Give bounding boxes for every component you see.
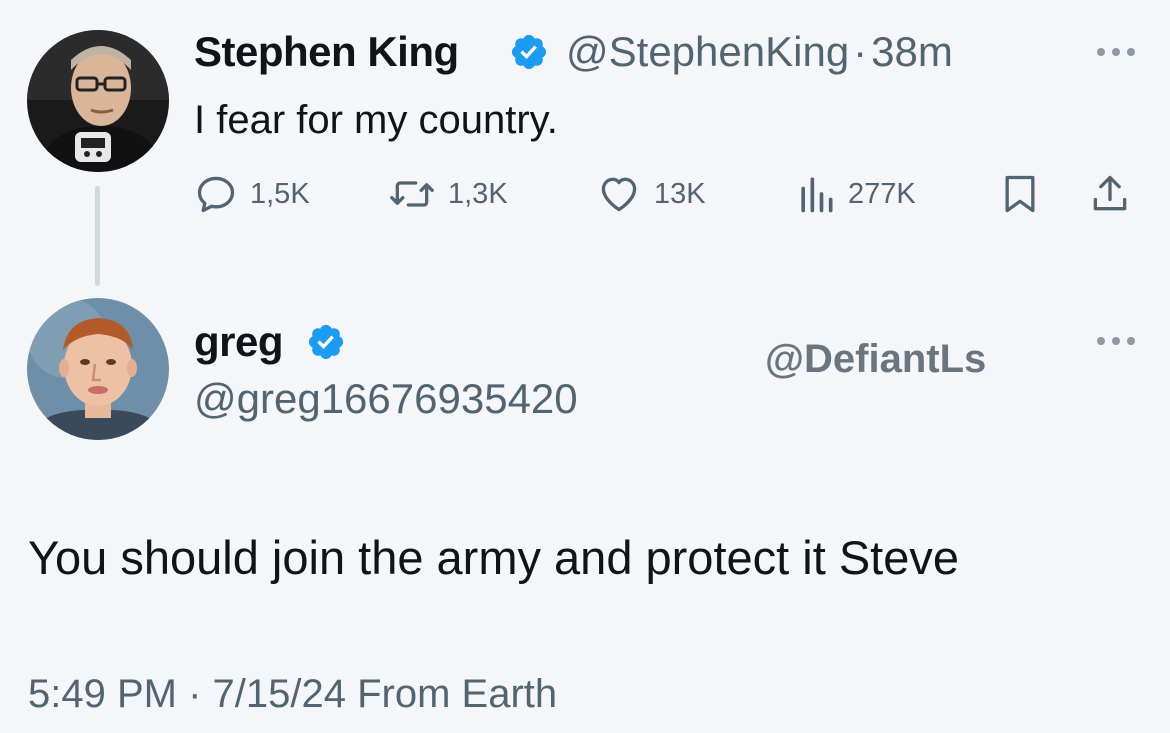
verified-badge-icon <box>511 34 547 70</box>
tweet-text: I fear for my country. <box>194 98 558 142</box>
share-button[interactable] <box>1088 171 1132 217</box>
bookmark-button[interactable] <box>998 171 1042 217</box>
reply-timestamp[interactable]: 5:49 PM · 7/15/24 From Earth <box>28 672 557 717</box>
views-count: 277K <box>848 177 916 210</box>
retweet-icon <box>390 181 434 207</box>
reply-button[interactable]: 1,5K <box>194 171 310 217</box>
author-name[interactable]: Stephen King <box>194 28 459 76</box>
author-handle[interactable]: @StephenKing·38m <box>566 28 953 76</box>
share-icon <box>1093 175 1127 211</box>
bookmark-icon <box>1005 175 1035 213</box>
watermark: @DefiantLs <box>765 337 987 381</box>
views-button[interactable]: 277K <box>796 171 916 217</box>
retweet-button[interactable]: 1,3K <box>388 171 508 217</box>
stephen-king-avatar[interactable] <box>27 30 169 172</box>
reply-icon <box>197 176 235 213</box>
like-icon <box>601 177 637 212</box>
verified-badge-icon <box>308 324 344 360</box>
views-icon <box>801 177 833 213</box>
reply-author-name[interactable]: greg <box>194 318 284 366</box>
separator-dot: · <box>853 28 868 75</box>
reply-count: 1,5K <box>250 177 310 210</box>
greg-avatar[interactable] <box>27 298 169 440</box>
reply-author-handle[interactable]: @greg16676935420 <box>194 375 578 423</box>
like-count: 13K <box>654 177 706 210</box>
like-button[interactable]: 13K <box>596 171 706 217</box>
handle-text: @StephenKing <box>566 28 850 75</box>
more-options-icon[interactable] <box>1094 45 1138 59</box>
retweet-count: 1,3K <box>448 177 508 210</box>
more-options-icon[interactable] <box>1094 334 1138 348</box>
time-ago: 38m <box>871 28 953 75</box>
thread-connector-line <box>95 186 100 286</box>
reply-text: You should join the army and protect it … <box>28 531 960 584</box>
tweet-thread: Stephen King @StephenKing·38m I fear for… <box>0 0 1170 733</box>
